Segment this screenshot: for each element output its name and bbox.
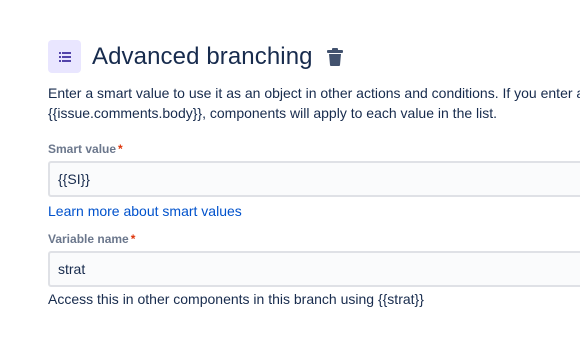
panel-header: Advanced branching — [48, 40, 345, 73]
description-line-2: {{issue.comments.body}}, components will… — [48, 105, 498, 121]
smart-value-label-text: Smart value — [48, 142, 117, 156]
branch-list-icon — [48, 40, 81, 73]
variable-help-text: Access this in other components in this … — [48, 291, 424, 307]
variable-name-label-text: Variable name — [48, 232, 129, 246]
advanced-branching-panel: Advanced branching Enter a smart value t… — [0, 0, 580, 343]
description: Enter a smart value to use it as an obje… — [48, 83, 580, 123]
learn-more-link[interactable]: Learn more about smart values — [48, 203, 242, 219]
variable-name-label: Variable name * — [48, 232, 135, 246]
smart-value-label: Smart value * — [48, 142, 123, 156]
required-marker: * — [118, 142, 123, 156]
required-marker: * — [130, 232, 136, 246]
variable-name-input[interactable] — [48, 251, 580, 287]
smart-value-input[interactable] — [48, 161, 580, 197]
page-title: Advanced branching — [92, 42, 313, 70]
description-line-1: Enter a smart value to use it as an obje… — [48, 85, 580, 101]
trash-icon[interactable] — [326, 47, 345, 67]
